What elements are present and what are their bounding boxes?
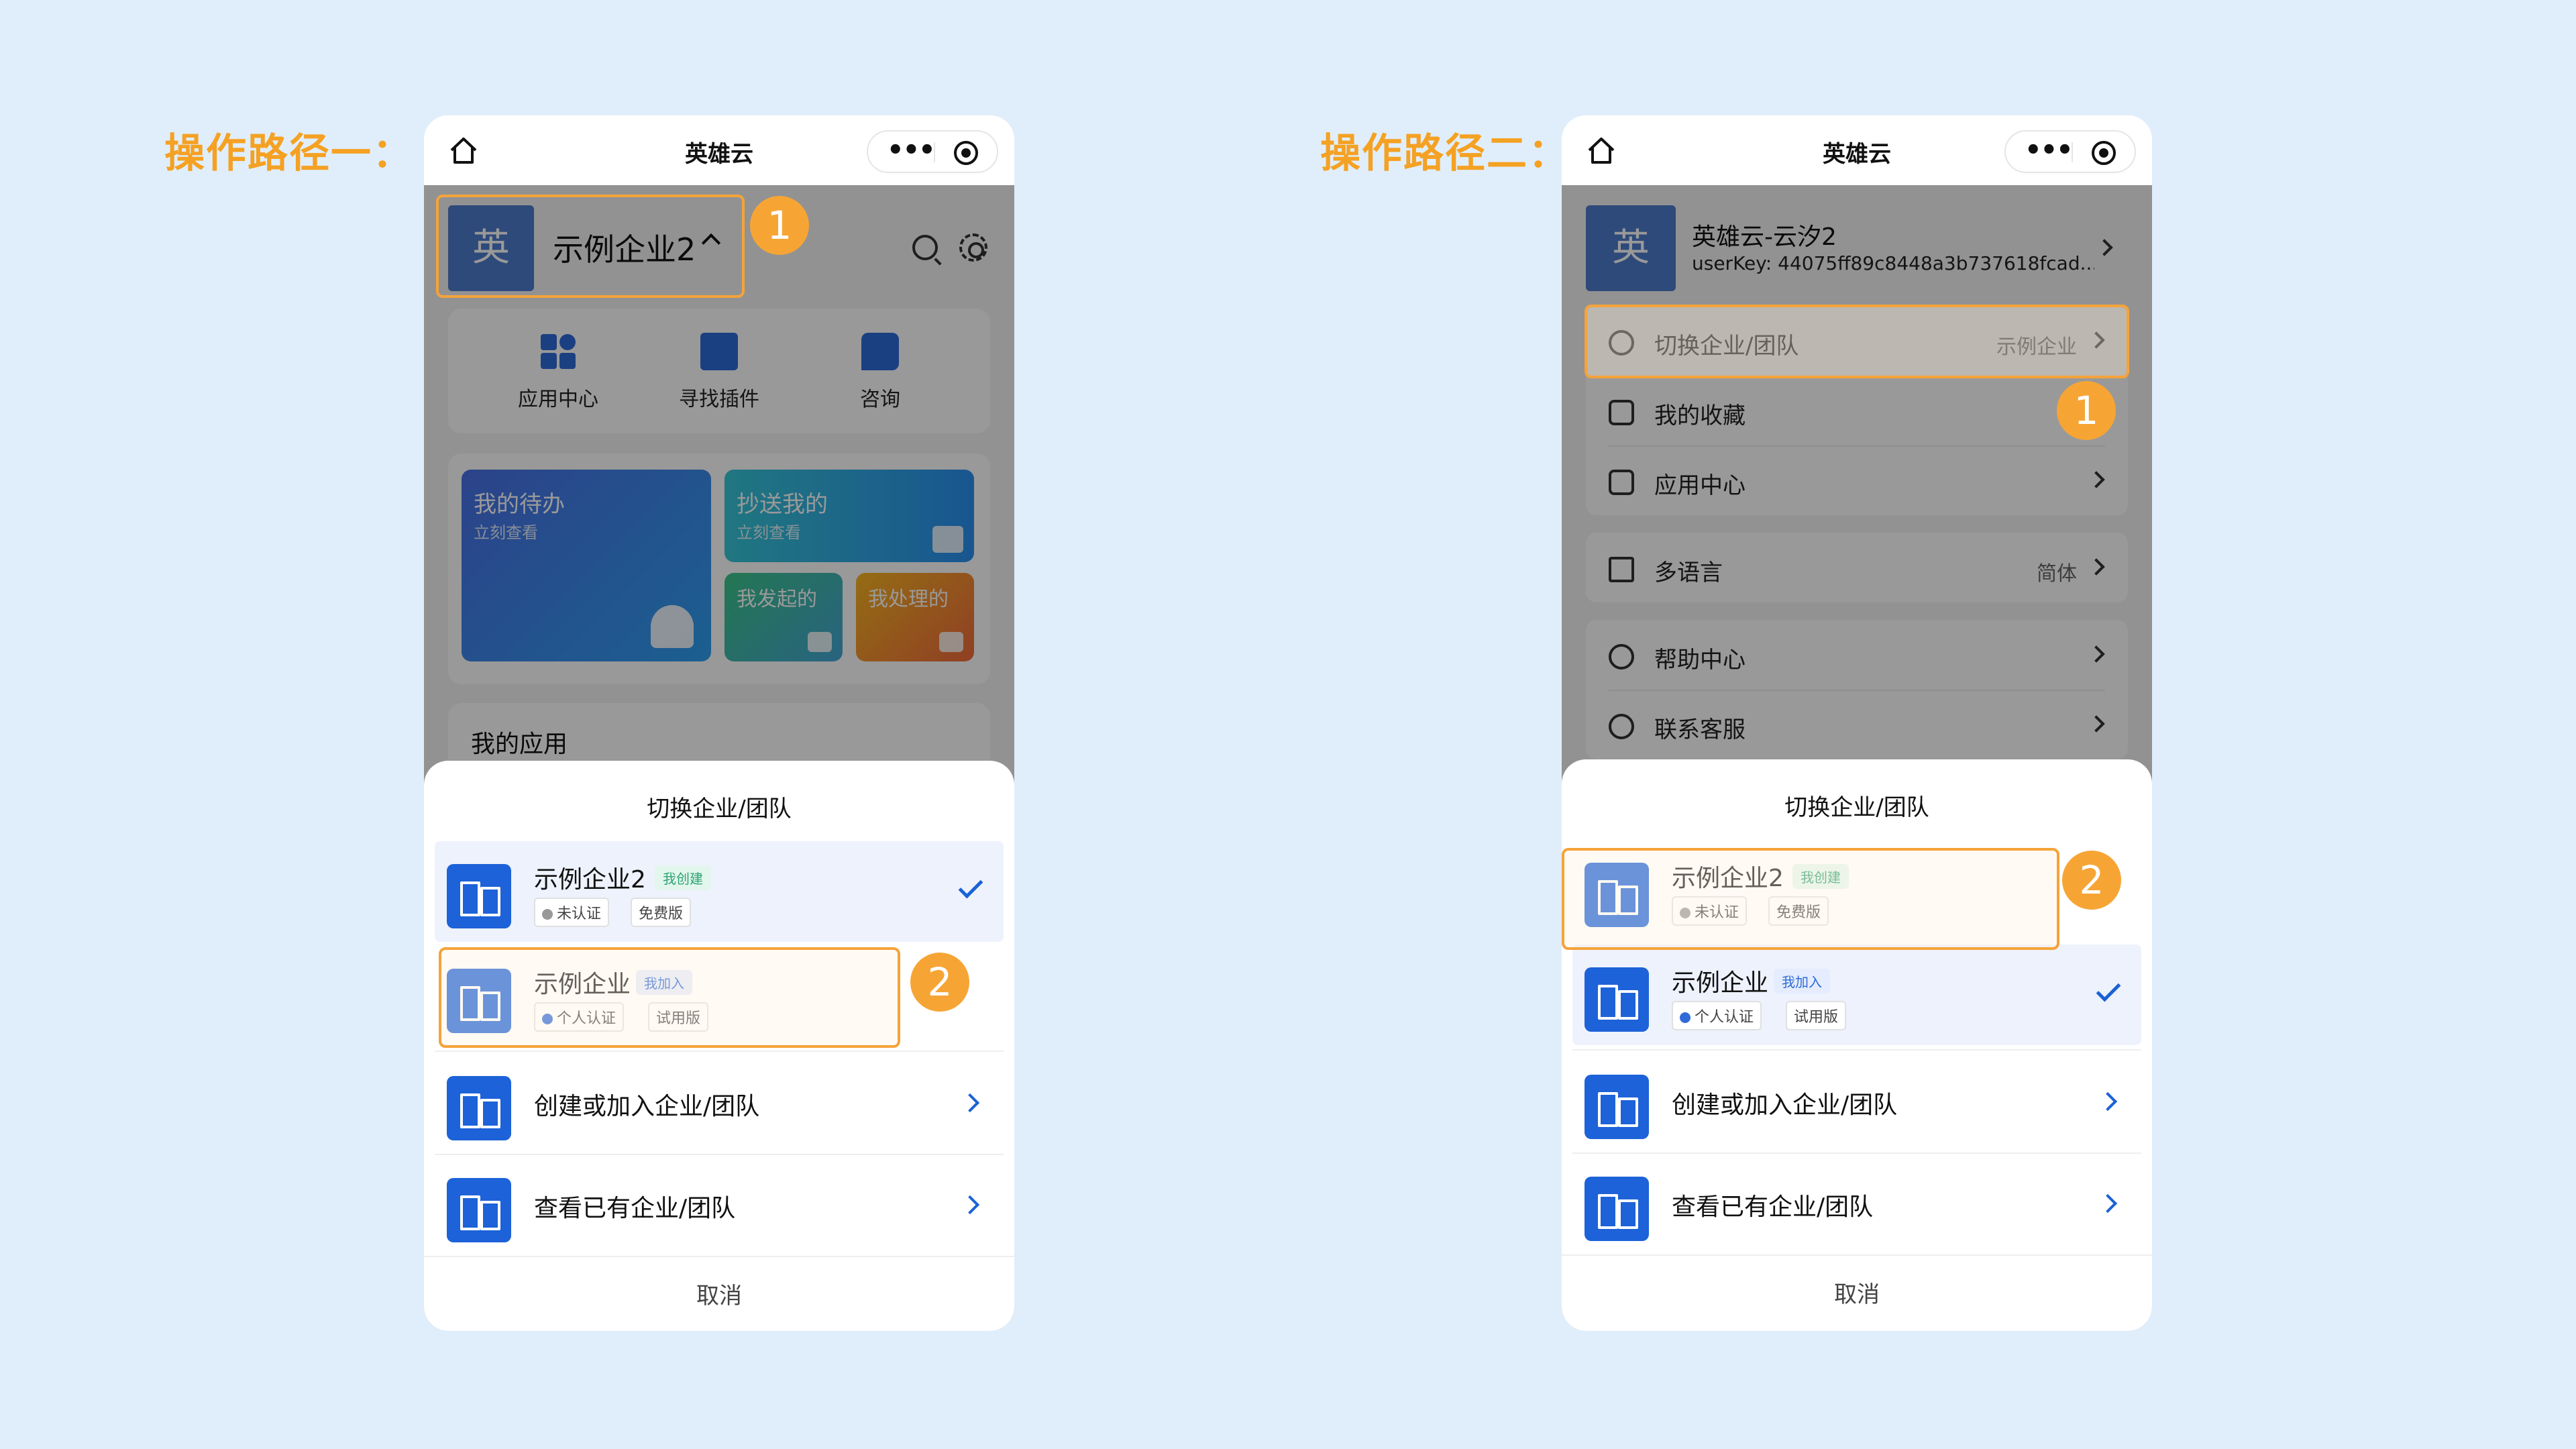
phone-path-two: 英 英雄云-云汐2 userKey: 44075ff89c8448a3b7376… — [1562, 115, 2152, 1331]
create-join-org-row[interactable]: 创建或加入企业/团队 — [1572, 1052, 2141, 1152]
capsule-divider — [934, 142, 935, 162]
view-orgs-row[interactable]: 查看已有企业/团队 — [435, 1155, 1004, 1256]
org-row-name: 示例企业2 — [534, 866, 646, 894]
path-one-title: 操作路径一： — [164, 130, 414, 177]
building-icon — [1585, 967, 1649, 1032]
building-icon — [447, 864, 511, 928]
chevron-right-icon — [960, 1093, 980, 1113]
cert-label: 未认证 — [557, 906, 602, 922]
divider — [1562, 1254, 2152, 1256]
plan-tag: 免费版 — [631, 898, 692, 927]
sheet-title: 切换企业/团队 — [647, 796, 792, 822]
org-row-name: 示例企业 — [1672, 969, 1769, 997]
unverified-icon — [542, 909, 553, 920]
cert-tag: 未认证 — [534, 898, 610, 927]
cancel-button[interactable]: 取消 — [424, 1277, 1014, 1310]
divider — [424, 1256, 1014, 1257]
target-icon[interactable] — [2092, 141, 2116, 165]
path-two-title: 操作路径二： — [1320, 130, 1570, 177]
building-icon — [447, 1076, 511, 1140]
cert-label: 个人认证 — [1695, 1009, 1754, 1026]
action-label: 查看已有企业/团队 — [1672, 1193, 1874, 1221]
capsule-menu: ••• — [2004, 130, 2136, 173]
org-row-current[interactable]: 示例企业2 我创建 未认证 免费版 — [435, 841, 1004, 942]
target-icon[interactable] — [954, 141, 978, 165]
building-icon — [447, 1178, 511, 1242]
mini-program-navbar: 英雄云 ••• — [424, 115, 1014, 185]
more-dots-icon[interactable]: ••• — [887, 137, 936, 164]
action-label: 创建或加入企业/团队 — [534, 1093, 760, 1120]
switch-org-sheet: 切换企业/团队 示例企业2 我创建 未认证 免费版 示例企业 我加入 个人认证 … — [1562, 759, 2152, 1331]
cert-tag: 个人认证 — [1672, 1001, 1762, 1030]
sheet-title: 切换企业/团队 — [1784, 794, 1929, 821]
step-badge-1: 1 — [750, 196, 809, 255]
step-badge-2: 2 — [910, 953, 969, 1012]
highlight-target-org — [439, 947, 900, 1048]
view-orgs-row[interactable]: 查看已有企业/团队 — [1572, 1154, 2141, 1254]
highlight-switch-org-menu — [1585, 305, 2129, 378]
action-label: 创建或加入企业/团队 — [1672, 1091, 1898, 1119]
org-row-current[interactable]: 示例企业 我加入 个人认证 试用版 — [1572, 945, 2141, 1045]
plan-tag: 试用版 — [1786, 1001, 1847, 1030]
chevron-right-icon — [2098, 1091, 2118, 1112]
verified-icon — [1680, 1012, 1690, 1023]
building-icon — [1585, 1177, 1649, 1241]
capsule-menu: ••• — [867, 130, 998, 173]
step-badge-2: 2 — [2062, 851, 2121, 910]
chevron-right-icon — [2098, 1193, 2118, 1214]
phone-path-one: 英 示例企业2 应用中心 寻找插件 咨询 我的待办 立刻查看 抄送我的 立刻查看… — [424, 115, 1014, 1331]
step-badge-1: 1 — [2057, 381, 2116, 440]
create-join-org-row[interactable]: 创建或加入企业/团队 — [435, 1053, 1004, 1154]
cancel-button[interactable]: 取消 — [1562, 1276, 2152, 1309]
role-tag: 我加入 — [1774, 969, 1830, 994]
mini-program-navbar: 英雄云 ••• — [1562, 115, 2152, 185]
role-tag: 我创建 — [655, 865, 711, 890]
highlight-target-org — [1562, 848, 2059, 950]
building-icon — [1585, 1075, 1649, 1139]
action-label: 查看已有企业/团队 — [534, 1195, 736, 1222]
check-icon — [958, 873, 983, 899]
divider — [435, 1051, 1004, 1052]
check-icon — [2096, 977, 2121, 1002]
more-dots-icon[interactable]: ••• — [2025, 137, 2074, 164]
divider — [1572, 1049, 2141, 1051]
capsule-divider — [2072, 142, 2073, 162]
highlight-org-switcher — [436, 195, 745, 298]
chevron-right-icon — [960, 1195, 980, 1215]
